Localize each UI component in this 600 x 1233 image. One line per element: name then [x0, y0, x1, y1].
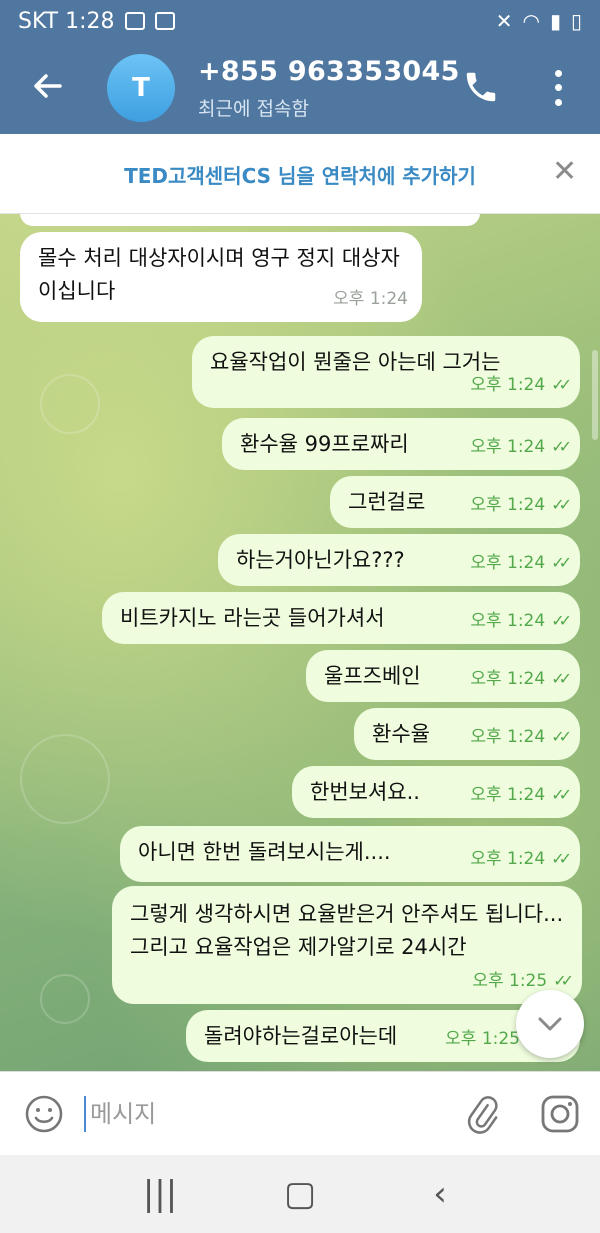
- paperclip-icon[interactable]: [462, 1092, 502, 1136]
- background-doodle: [40, 974, 90, 1024]
- message-text: 그런걸로: [348, 490, 426, 514]
- message-text: 요율작업이 뭔줄은 아는데 그거는: [210, 350, 501, 374]
- last-seen-status: 최근에 접속함: [198, 98, 309, 120]
- mute-icon: ✕: [495, 9, 513, 33]
- message-composer: [0, 1071, 600, 1155]
- message-text: 울프즈베인: [324, 664, 421, 688]
- text-caret: [84, 1096, 86, 1132]
- gallery-notification-icon: [124, 12, 145, 30]
- message-time: 오후 1:24: [470, 785, 546, 805]
- double-check-icon: ✓✓: [551, 495, 572, 514]
- message-text: 하는거아닌가요???: [236, 548, 405, 572]
- message-time: 오후 1:24: [470, 611, 546, 631]
- phone-icon[interactable]: [462, 68, 500, 106]
- double-check-icon: ✓✓: [551, 375, 572, 394]
- double-check-icon: ✓✓: [551, 669, 572, 688]
- background-doodle: [20, 734, 110, 824]
- message-input[interactable]: [90, 1094, 430, 1134]
- message-time: 오후 1:24: [470, 437, 546, 457]
- message-time: 오후 1:24: [470, 669, 546, 689]
- chat-area[interactable]: 몰수 처리 대상자이시며 영구 정지 대상자이십니다 오후 1:24 요율작업이…: [0, 214, 600, 1071]
- app-notification-icon: [154, 12, 175, 30]
- message-bubble-outgoing[interactable]: 환수율 99프로짜리 오후 1:24 ✓✓: [222, 418, 580, 470]
- chat-scrollbar[interactable]: [592, 350, 598, 440]
- message-time: 오후 1:24: [470, 553, 546, 573]
- message-text: 아니면 한번 돌려보시는게....: [138, 840, 391, 864]
- background-doodle: [40, 374, 100, 434]
- carrier-time: SKT 1:28: [18, 8, 115, 34]
- chat-header: T +855 963353045 최근에 접속함: [0, 42, 600, 134]
- message-text: 환수율: [372, 722, 430, 746]
- message-time: 오후 1:24: [470, 849, 546, 869]
- signal-icon: ▮: [549, 9, 561, 33]
- more-vert-icon[interactable]: [548, 66, 568, 110]
- battery-icon: ▯: [570, 9, 582, 33]
- double-check-icon: ✓✓: [553, 971, 574, 990]
- message-text: 환수율 99프로짜리: [240, 432, 409, 456]
- message-time: 오후 1:25: [445, 1029, 520, 1049]
- back-arrow-icon[interactable]: [28, 68, 68, 113]
- message-bubble-outgoing[interactable]: 그런걸로 오후 1:24 ✓✓: [330, 476, 580, 528]
- emoji-icon[interactable]: [24, 1094, 64, 1134]
- message-bubble-outgoing[interactable]: 울프즈베인 오후 1:24 ✓✓: [306, 650, 580, 702]
- message-text: 돌려야하는걸로아는데: [204, 1024, 398, 1048]
- message-time: 오후 1:25: [472, 971, 548, 991]
- chat-title[interactable]: +855 963353045: [198, 56, 460, 87]
- message-bubble-outgoing[interactable]: 하는거아닌가요??? 오후 1:24 ✓✓: [218, 534, 580, 586]
- system-nav-bar: ||| ▢ ‹: [0, 1155, 600, 1233]
- double-check-icon: ✓✓: [551, 437, 572, 456]
- message-bubble-outgoing[interactable]: 아니면 한번 돌려보시는게.... 오후 1:24 ✓✓: [120, 826, 580, 882]
- message-bubble-outgoing[interactable]: 비트카지노 라는곳 들어가셔서 오후 1:24 ✓✓: [102, 592, 580, 644]
- message-bubble-incoming[interactable]: 몰수 처리 대상자이시며 영구 정지 대상자이십니다 오후 1:24: [20, 232, 422, 322]
- message-bubble-partial: [20, 214, 480, 226]
- scroll-down-button[interactable]: [516, 990, 584, 1058]
- double-check-icon: ✓✓: [551, 785, 572, 804]
- add-contact-bar: TED고객센터CS 님을 연락처에 추가하기 ✕: [0, 134, 600, 214]
- recents-icon[interactable]: |||: [130, 1174, 190, 1214]
- nav-back-icon[interactable]: ‹: [410, 1174, 470, 1214]
- close-icon[interactable]: ✕: [552, 154, 577, 189]
- message-time: 오후 1:24: [470, 375, 546, 395]
- wifi-icon: ◠: [522, 9, 540, 33]
- message-bubble-outgoing[interactable]: 요율작업이 뭔줄은 아는데 그거는 오후 1:24 ✓✓: [192, 336, 580, 408]
- double-check-icon: ✓✓: [551, 553, 572, 572]
- message-text: 그렇게 생각하시면 요율받은거 안주셔도 됩니다... 그리고 요율작업은 제가…: [130, 902, 564, 959]
- message-bubble-outgoing[interactable]: 그렇게 생각하시면 요율받은거 안주셔도 됩니다... 그리고 요율작업은 제가…: [112, 886, 582, 1004]
- double-check-icon: ✓✓: [551, 727, 572, 746]
- double-check-icon: ✓✓: [551, 611, 572, 630]
- message-bubble-outgoing[interactable]: 환수율 오후 1:24 ✓✓: [354, 708, 580, 760]
- message-time: 오후 1:24: [470, 727, 546, 747]
- message-time: 오후 1:24: [333, 289, 408, 309]
- add-contact-link[interactable]: TED고객센터CS 님을 연락처에 추가하기: [0, 160, 600, 189]
- message-text: 한번보셔요..: [310, 780, 420, 804]
- message-text: 비트카지노 라는곳 들어가셔서: [120, 606, 385, 630]
- instagram-camera-icon[interactable]: [540, 1094, 580, 1134]
- message-bubble-outgoing[interactable]: 한번보셔요.. 오후 1:24 ✓✓: [292, 766, 580, 818]
- chevron-down-icon: [538, 1017, 562, 1031]
- home-icon[interactable]: ▢: [270, 1174, 330, 1214]
- status-bar: SKT 1:28 ✕ ◠ ▮ ▯: [0, 0, 600, 42]
- double-check-icon: ✓✓: [551, 849, 572, 868]
- avatar[interactable]: T: [107, 54, 175, 122]
- message-time: 오후 1:24: [470, 495, 546, 515]
